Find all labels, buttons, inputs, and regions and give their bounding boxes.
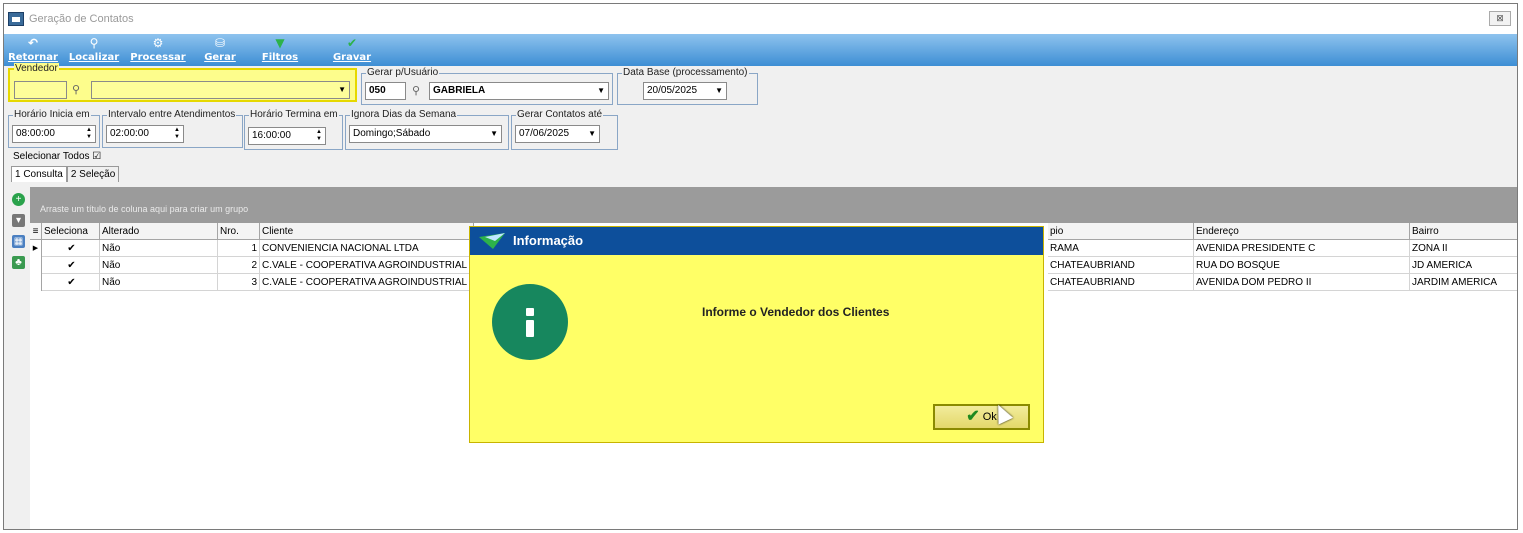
gear-icon: ⚙ bbox=[152, 36, 164, 50]
row-checkbox[interactable]: ✔ bbox=[42, 257, 100, 274]
vendedor-code-input[interactable] bbox=[14, 81, 67, 99]
add-icon[interactable]: + bbox=[12, 193, 25, 206]
gravar-button[interactable]: ✔ Gravar bbox=[330, 34, 374, 66]
intervalo-group: Intervalo entre Atendimentos 02:00:00 ▲ ▼ bbox=[102, 109, 243, 148]
col-endereco[interactable]: Endereço bbox=[1194, 223, 1410, 240]
table-cell: JD AMERICA bbox=[1410, 257, 1517, 274]
spinner-icon[interactable]: ▲ ▼ bbox=[174, 127, 180, 141]
app-icon bbox=[8, 12, 24, 26]
toolbar: ↶ Retornar ⚲ Localizar ⚙ Processar ⛁ Ger… bbox=[4, 34, 1517, 66]
chevron-down-icon: ▼ bbox=[490, 129, 498, 138]
gerar-usuario-group: Gerar p/Usuário 050 ⚲ GABRIELA ▼ bbox=[361, 67, 613, 105]
table-cell: CONVENIENCIA NACIONAL LTDA bbox=[260, 240, 474, 257]
table-cell: AVENIDA PRESIDENTE C bbox=[1194, 240, 1410, 257]
col-municipio[interactable]: pio bbox=[1048, 223, 1194, 240]
grid-settings-icon[interactable]: ▦ bbox=[12, 235, 25, 248]
table-cell: 2 bbox=[218, 257, 260, 274]
intervalo-input[interactable]: 02:00:00 ▲ ▼ bbox=[106, 125, 184, 143]
dialog-title: Informação bbox=[513, 233, 584, 248]
col-alterado[interactable]: Alterado bbox=[100, 223, 218, 240]
filtros-button[interactable]: ▼ Filtros bbox=[258, 34, 302, 66]
data-base-date-select[interactable]: 20/05/2025 ▼ bbox=[643, 82, 727, 100]
brand-logo-icon bbox=[479, 233, 505, 249]
vendedor-group: Vendedor ⚲ ▼ bbox=[8, 63, 357, 102]
data-base-group: Data Base (processamento) 20/05/2025 ▼ bbox=[617, 67, 758, 105]
chevron-down-icon: ▼ bbox=[597, 86, 605, 95]
select-all-checkbox[interactable]: Selecionar Todos ☑ bbox=[13, 151, 101, 162]
table-cell: C.VALE - COOPERATIVA AGROINDUSTRIAL bbox=[260, 257, 474, 274]
table-cell: Não bbox=[100, 274, 218, 291]
col-bairro[interactable]: Bairro bbox=[1410, 223, 1517, 240]
check-icon: ✔ bbox=[346, 36, 358, 50]
ok-button[interactable]: ✔ Ok bbox=[933, 404, 1030, 430]
dialog-header: Informação bbox=[470, 227, 1043, 255]
table-cell: C.VALE - COOPERATIVA AGROINDUSTRIAL bbox=[260, 274, 474, 291]
horario-termina-input[interactable]: 16:00:00 ▲ ▼ bbox=[248, 127, 326, 145]
trash-icon[interactable]: ▾ bbox=[12, 214, 25, 227]
tab-strip: 1 Consulta 2 Seleção bbox=[11, 166, 120, 184]
people-icon[interactable]: ♣ bbox=[12, 256, 25, 269]
table-cell: Não bbox=[100, 240, 218, 257]
horario-inicia-group: Horário Inicia em 08:00:00 ▲ ▼ bbox=[8, 109, 100, 148]
col-nro[interactable]: Nro. bbox=[218, 223, 260, 240]
localizar-button[interactable]: ⚲ Localizar bbox=[65, 34, 123, 66]
ignora-dias-group: Ignora Dias da Semana Domingo;Sábado ▼ bbox=[345, 109, 509, 150]
ignora-dias-select[interactable]: Domingo;Sábado ▼ bbox=[349, 125, 502, 143]
table-cell: Não bbox=[100, 257, 218, 274]
col-cliente[interactable]: Cliente bbox=[260, 223, 474, 240]
window-title: Geração de Contatos bbox=[29, 13, 134, 25]
group-by-panel[interactable]: Arraste um título de coluna aqui para cr… bbox=[30, 187, 1517, 223]
info-icon bbox=[492, 284, 568, 360]
row-indicator-icon: ▶ bbox=[30, 240, 42, 257]
grid-menu-icon[interactable]: ≡ bbox=[30, 223, 42, 240]
processar-button[interactable]: ⚙ Processar bbox=[128, 34, 188, 66]
grid-side-toolbar: + ▾ ▦ ♣ bbox=[8, 187, 30, 529]
usuario-name-select[interactable]: GABRIELA ▼ bbox=[429, 82, 609, 100]
chevron-down-icon: ▼ bbox=[715, 86, 723, 95]
usuario-code-input[interactable]: 050 bbox=[365, 82, 406, 100]
gerar-ate-group: Gerar Contatos até 07/06/2025 ▼ bbox=[511, 109, 618, 150]
chevron-down-icon: ▼ bbox=[588, 129, 596, 138]
search-icon: ⚲ bbox=[89, 36, 99, 50]
tab-selecao[interactable]: 2 Seleção bbox=[66, 166, 120, 182]
row-checkbox[interactable]: ✔ bbox=[42, 274, 100, 291]
col-seleciona[interactable]: Seleciona bbox=[42, 223, 100, 240]
dialog-message: Informe o Vendedor dos Clientes bbox=[702, 305, 890, 319]
table-cell: ZONA II bbox=[1410, 240, 1517, 257]
spinner-icon[interactable]: ▲ ▼ bbox=[316, 129, 322, 143]
table-cell: CHATEAUBRIAND bbox=[1048, 274, 1194, 291]
chevron-down-icon: ▼ bbox=[338, 85, 346, 94]
row-checkbox[interactable]: ✔ bbox=[42, 240, 100, 257]
gerar-button[interactable]: ⛁ Gerar bbox=[200, 34, 240, 66]
table-cell: AVENIDA DOM PEDRO II bbox=[1194, 274, 1410, 291]
close-button[interactable]: ⊠ bbox=[1489, 11, 1511, 26]
table-cell: JARDIM AMERICA bbox=[1410, 274, 1517, 291]
back-icon: ↶ bbox=[27, 36, 39, 50]
title-bar: Geração de Contatos ⊠ bbox=[4, 4, 1517, 34]
table-cell: 3 bbox=[218, 274, 260, 291]
spinner-icon[interactable]: ▲ ▼ bbox=[86, 127, 92, 141]
tab-consulta[interactable]: 1 Consulta bbox=[11, 166, 67, 182]
check-icon: ✔ bbox=[966, 408, 980, 426]
filter-icon: ▼ bbox=[275, 36, 285, 50]
horario-inicia-input[interactable]: 08:00:00 ▲ ▼ bbox=[12, 125, 96, 143]
table-cell: RAMA bbox=[1048, 240, 1194, 257]
database-icon: ⛁ bbox=[214, 36, 226, 50]
retornar-button[interactable]: ↶ Retornar bbox=[6, 34, 60, 66]
usuario-search-icon[interactable]: ⚲ bbox=[412, 84, 420, 97]
table-cell: 1 bbox=[218, 240, 260, 257]
gerar-ate-date-select[interactable]: 07/06/2025 ▼ bbox=[515, 125, 600, 143]
row-indicator bbox=[30, 274, 42, 291]
table-cell: CHATEAUBRIAND bbox=[1048, 257, 1194, 274]
row-indicator bbox=[30, 257, 42, 274]
info-dialog: Informação Informe o Vendedor dos Client… bbox=[469, 226, 1044, 443]
horario-termina-group: Horário Termina em 16:00:00 ▲ ▼ bbox=[244, 109, 343, 150]
table-cell: RUA DO BOSQUE bbox=[1194, 257, 1410, 274]
vendedor-name-select[interactable]: ▼ bbox=[91, 81, 350, 99]
vendedor-search-icon[interactable]: ⚲ bbox=[72, 83, 80, 96]
